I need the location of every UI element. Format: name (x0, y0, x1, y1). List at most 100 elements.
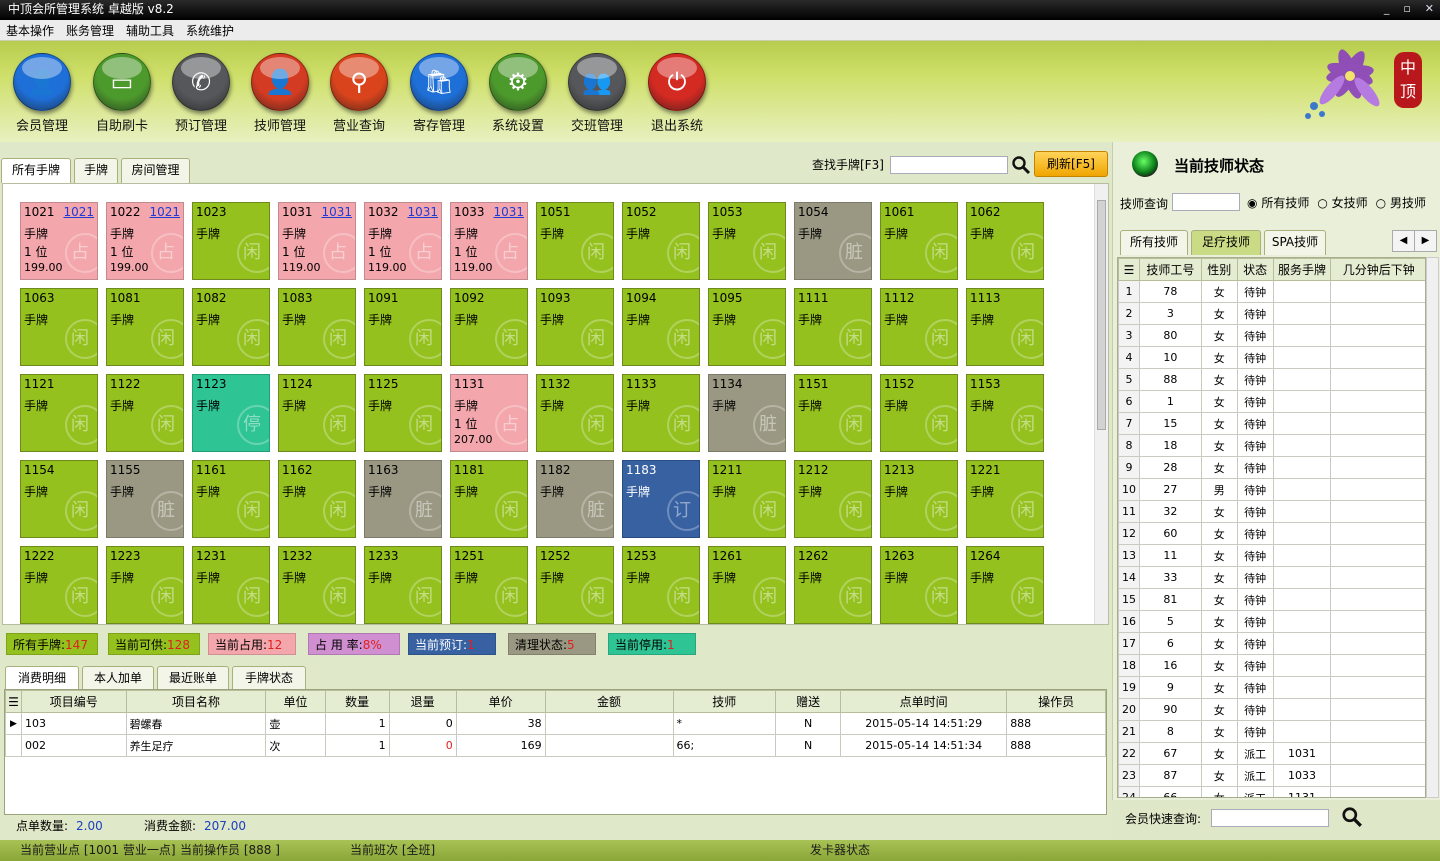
tab-all-technicians[interactable]: 所有技师 (1120, 230, 1188, 255)
card-1021[interactable]: 1021 1021 手牌 1 位 199.00 占 (20, 202, 98, 280)
card-1151[interactable]: 1151 手牌 闲 (794, 374, 872, 452)
card-1263[interactable]: 1263 手牌 闲 (880, 546, 958, 624)
card-1053[interactable]: 1053 手牌 闲 (708, 202, 786, 280)
card-1163[interactable]: 1163 手牌 脏 (364, 460, 442, 538)
tab-card-status[interactable]: 手牌状态 (232, 666, 306, 689)
scroll-thumb[interactable] (1097, 200, 1106, 430)
technician-row[interactable]: 3 80 女待钟 (1118, 324, 1425, 347)
card-1183[interactable]: 1183 手牌 订 (622, 460, 700, 538)
card-1022[interactable]: 1022 1021 手牌 1 位 199.00 占 (106, 202, 184, 280)
tab-right-arrow-icon[interactable]: ▶ (1415, 231, 1436, 251)
technician-row[interactable]: 23 87 女派工 1033 (1118, 764, 1425, 787)
toolbar-button-phone[interactable]: ✆ 预订管理 (164, 53, 238, 134)
card-1155[interactable]: 1155 手牌 脏 (106, 460, 184, 538)
card-1125[interactable]: 1125 手牌 闲 (364, 374, 442, 452)
card-1032[interactable]: 1032 1031 手牌 1 位 119.00 占 (364, 202, 442, 280)
card-link[interactable]: 1031 (321, 205, 352, 219)
card-1252[interactable]: 1252 手牌 闲 (536, 546, 614, 624)
restore-button[interactable]: ▫ (1403, 2, 1410, 15)
card-1051[interactable]: 1051 手牌 闲 (536, 202, 614, 280)
card-link[interactable]: 1031 (407, 205, 438, 219)
tab-spa-technicians[interactable]: SPA技师 (1264, 230, 1326, 255)
toolbar-button-meeting[interactable]: 👥 交班管理 (560, 53, 634, 134)
card-1023[interactable]: 1023 手牌 闲 (192, 202, 270, 280)
toolbar-button-bag[interactable]: 🛍 寄存管理 (402, 53, 476, 134)
card-1154[interactable]: 1154 手牌 闲 (20, 460, 98, 538)
tab-cards[interactable]: 手牌 (74, 158, 118, 183)
card-1182[interactable]: 1182 手牌 脏 (536, 460, 614, 538)
card-1261[interactable]: 1261 手牌 闲 (708, 546, 786, 624)
technician-row[interactable]: 5 88 女待钟 (1118, 368, 1425, 391)
card-1094[interactable]: 1094 手牌 闲 (622, 288, 700, 366)
radio-male-technicians[interactable]: ○ 男技师 (1376, 194, 1426, 211)
card-1253[interactable]: 1253 手牌 闲 (622, 546, 700, 624)
card-1095[interactable]: 1095 手牌 闲 (708, 288, 786, 366)
card-1152[interactable]: 1152 手牌 闲 (880, 374, 958, 452)
tab-room-management[interactable]: 房间管理 (121, 158, 190, 183)
technician-row[interactable]: 20 90 女待钟 (1118, 698, 1425, 721)
card-link[interactable]: 1021 (63, 205, 94, 219)
card-1124[interactable]: 1124 手牌 闲 (278, 374, 356, 452)
card-1052[interactable]: 1052 手牌 闲 (622, 202, 700, 280)
menu-basic[interactable]: 基本操作 (6, 22, 54, 39)
technician-row[interactable]: 11 32 女待钟 (1118, 500, 1425, 523)
card-1063[interactable]: 1063 手牌 闲 (20, 288, 98, 366)
card-1162[interactable]: 1162 手牌 闲 (278, 460, 356, 538)
menu-accounts[interactable]: 账务管理 (66, 22, 114, 39)
card-1211[interactable]: 1211 手牌 闲 (708, 460, 786, 538)
tab-all-cards[interactable]: 所有手牌 (1, 158, 71, 183)
card-1111[interactable]: 1111 手牌 闲 (794, 288, 872, 366)
radio-all-technicians[interactable]: ◉ 所有技师 (1247, 194, 1309, 211)
technician-row[interactable]: 12 60 女待钟 (1118, 522, 1425, 545)
card-1133[interactable]: 1133 手牌 闲 (622, 374, 700, 452)
card-1081[interactable]: 1081 手牌 闲 (106, 288, 184, 366)
table-row[interactable]: 002 养生足疗次 1 0 169 66; N 2015-05-14 14:51:34 888 (5, 734, 1106, 757)
menu-tools[interactable]: 辅助工具 (126, 22, 174, 39)
table-row[interactable]: ▶ 103 碧螺春壶 1 0 38 * N 2015-05-14 14:51:29 888 (5, 712, 1106, 735)
technician-row[interactable]: 10 27 男待钟 (1118, 478, 1425, 501)
toolbar-button-gear[interactable]: ⚙ 系统设置 (481, 53, 555, 134)
card-1223[interactable]: 1223 手牌 闲 (106, 546, 184, 624)
card-1062[interactable]: 1062 手牌 闲 (966, 202, 1044, 280)
technician-row[interactable]: 13 11 女待钟 (1118, 544, 1425, 567)
minimize-button[interactable]: _ (1384, 2, 1390, 15)
technician-table-scrollbar[interactable] (1426, 257, 1439, 798)
toolbar-button-card[interactable]: ▭ 自助刷卡 (85, 53, 159, 134)
card-1221[interactable]: 1221 手牌 闲 (966, 460, 1044, 538)
technician-row[interactable]: 22 67 女派工 1031 (1118, 742, 1425, 765)
menu-maintenance[interactable]: 系统维护 (186, 22, 234, 39)
card-link[interactable]: 1031 (493, 205, 524, 219)
technician-row[interactable]: 24 66 女派工 1131 (1118, 786, 1425, 797)
card-1093[interactable]: 1093 手牌 闲 (536, 288, 614, 366)
search-input[interactable] (890, 156, 1008, 174)
tab-foot-technicians[interactable]: 足疗技师 (1191, 230, 1261, 255)
card-1161[interactable]: 1161 手牌 闲 (192, 460, 270, 538)
tab-recent-bills[interactable]: 最近账单 (157, 666, 229, 689)
radio-female-technicians[interactable]: ○ 女技师 (1317, 194, 1367, 211)
technician-row[interactable]: 6 1 女待钟 (1118, 390, 1425, 413)
card-1262[interactable]: 1262 手牌 闲 (794, 546, 872, 624)
card-1112[interactable]: 1112 手牌 闲 (880, 288, 958, 366)
card-1033[interactable]: 1033 1031 手牌 1 位 119.00 占 (450, 202, 528, 280)
member-search-icon[interactable] (1341, 806, 1363, 828)
technician-row[interactable]: 15 81 女待钟 (1118, 588, 1425, 611)
member-query-input[interactable] (1211, 809, 1329, 827)
card-1083[interactable]: 1083 手牌 闲 (278, 288, 356, 366)
card-1231[interactable]: 1231 手牌 闲 (192, 546, 270, 624)
technician-row[interactable]: 17 6 女待钟 (1118, 632, 1425, 655)
card-1082[interactable]: 1082 手牌 闲 (192, 288, 270, 366)
technician-row[interactable]: 16 5 女待钟 (1118, 610, 1425, 633)
technician-row[interactable]: 21 8 女待钟 (1118, 720, 1425, 743)
technician-query-input[interactable] (1172, 193, 1240, 211)
card-1131[interactable]: 1131 手牌 1 位 207.00 占 (450, 374, 528, 452)
tab-my-orders[interactable]: 本人加单 (82, 666, 154, 689)
toolbar-button-magnifier[interactable]: ⚲ 营业查询 (322, 53, 396, 134)
card-1123[interactable]: 1123 手牌 停 (192, 374, 270, 452)
technician-row[interactable]: 8 18 女待钟 (1118, 434, 1425, 457)
tab-consumption-detail[interactable]: 消费明细 (5, 666, 79, 689)
card-1132[interactable]: 1132 手牌 闲 (536, 374, 614, 452)
card-1212[interactable]: 1212 手牌 闲 (794, 460, 872, 538)
toolbar-button-power[interactable]: ⏻ 退出系统 (640, 53, 714, 134)
technician-row[interactable]: 4 10 女待钟 (1118, 346, 1425, 369)
card-1232[interactable]: 1232 手牌 闲 (278, 546, 356, 624)
